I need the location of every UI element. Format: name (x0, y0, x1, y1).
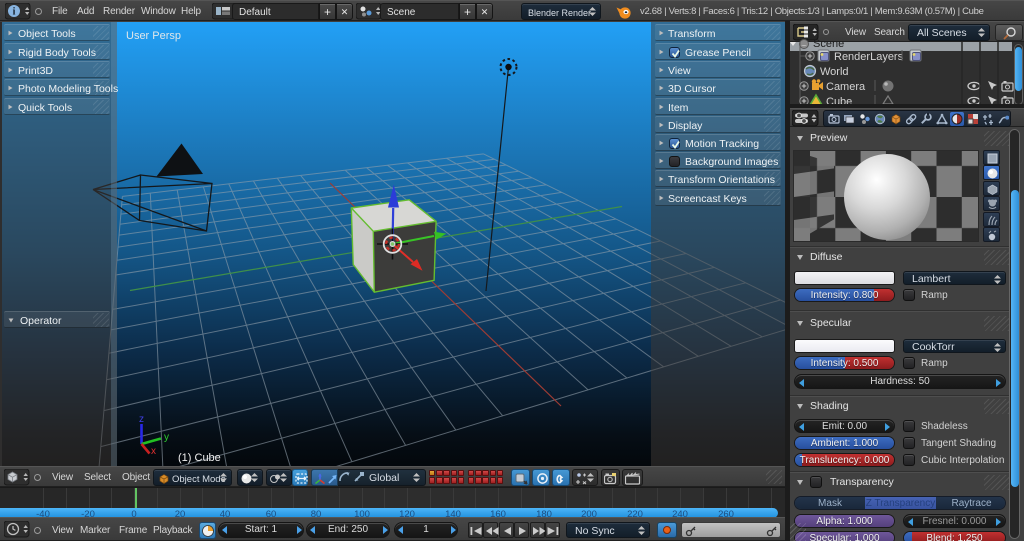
svg-text:RenderLayers: RenderLayers (834, 51, 904, 63)
svg-text:(1) Cube: (1) Cube (178, 452, 221, 464)
svg-text:y: y (164, 432, 169, 443)
svg-text:Camera: Camera (826, 81, 866, 93)
svg-text:World: World (820, 66, 849, 78)
svg-text:x: x (151, 446, 156, 457)
svg-text:User Persp: User Persp (126, 30, 181, 42)
svg-text:z: z (139, 414, 144, 425)
svg-text:Cube: Cube (826, 96, 852, 104)
svg-text:i: i (13, 7, 16, 18)
